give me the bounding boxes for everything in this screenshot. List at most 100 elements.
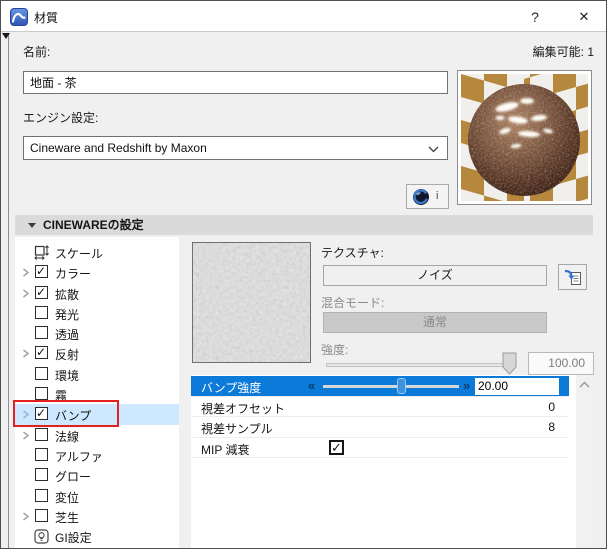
tree-item-label: 透過 bbox=[55, 328, 80, 343]
row-label: MIP 減衰 bbox=[201, 442, 250, 457]
close-button[interactable]: ✕ bbox=[570, 6, 598, 28]
scale-icon bbox=[34, 245, 49, 260]
strength-slider-track bbox=[326, 363, 516, 367]
c4d-info-label: i bbox=[436, 190, 439, 202]
checkbox-checked[interactable] bbox=[35, 345, 48, 360]
name-input[interactable] bbox=[23, 71, 448, 94]
expand-chevron-icon[interactable] bbox=[21, 512, 30, 521]
tree-item-label: スケール bbox=[55, 247, 104, 261]
row-value[interactable]: 0 bbox=[548, 400, 555, 414]
checkbox-checked[interactable] bbox=[35, 264, 48, 279]
tree-item-label: 拡散 bbox=[55, 287, 80, 302]
checkbox-unchecked[interactable] bbox=[35, 387, 48, 401]
row-parallax-samples[interactable]: 視差サンプル 8 bbox=[191, 417, 569, 438]
row-mip-falloff[interactable]: MIP 減衰 bbox=[191, 438, 569, 458]
tree-item-label: バンプ bbox=[55, 409, 92, 424]
row-parallax-offset[interactable]: 視差オフセット 0 bbox=[191, 397, 569, 417]
c4d-info-button[interactable]: i bbox=[406, 184, 449, 209]
strength-value: 100.00 bbox=[528, 352, 594, 375]
checkbox-checked[interactable] bbox=[35, 285, 48, 299]
checkbox-unchecked[interactable] bbox=[35, 508, 48, 522]
checkbox-checked[interactable] bbox=[35, 406, 48, 421]
collapse-triangle-icon bbox=[28, 223, 36, 228]
decrement-chevrons[interactable]: « bbox=[308, 378, 315, 393]
tree-item-label: アルファ bbox=[55, 449, 103, 464]
strength-label: 強度: bbox=[321, 343, 349, 357]
scroll-up-icon[interactable] bbox=[579, 381, 590, 389]
row-value[interactable]: 8 bbox=[548, 420, 555, 434]
material-preview[interactable] bbox=[457, 70, 592, 205]
expand-chevron-icon[interactable] bbox=[21, 349, 30, 359]
tree-item-transparency[interactable]: 透過 bbox=[15, 323, 179, 343]
row-label: 視差サンプル bbox=[201, 422, 273, 436]
title-bar[interactable]: 材質 ? ✕ bbox=[1, 1, 606, 32]
tree-item-label: グロー bbox=[55, 470, 92, 485]
material-dialog: 材質 ? ✕ 名前: 編集可能: 1 エンジン設定: Cineware and … bbox=[0, 0, 607, 549]
cineware-section-header[interactable]: CINEWAREの設定 bbox=[15, 215, 593, 235]
palette-grip[interactable] bbox=[1, 33, 10, 548]
help-button[interactable]: ? bbox=[523, 6, 547, 28]
increment-chevrons[interactable]: » bbox=[463, 378, 470, 393]
tree-item-scale[interactable]: スケール bbox=[15, 242, 179, 262]
tree-item-displacement[interactable]: 変位 bbox=[15, 486, 179, 506]
tree-item-label: 環境 bbox=[55, 368, 80, 383]
strength-slider-thumb bbox=[502, 352, 517, 375]
bump-properties-table: バンプ強度 « » 20.00 視差オフセット 0 視差サンプル 8 MIP 減… bbox=[191, 375, 576, 548]
checkbox-unchecked[interactable] bbox=[35, 488, 48, 502]
tree-item-label: カラー bbox=[55, 267, 92, 282]
tree-item-reflection[interactable]: 反射 bbox=[15, 343, 179, 363]
row-label: 視差オフセット bbox=[201, 401, 286, 416]
tree-item-label: 芝生 bbox=[55, 510, 80, 525]
load-texture-button[interactable] bbox=[558, 264, 587, 290]
tree-item-label: 変位 bbox=[55, 490, 80, 505]
expand-chevron-icon[interactable] bbox=[21, 268, 30, 277]
expand-chevron-icon[interactable] bbox=[21, 289, 30, 298]
tree-item-gi-settings[interactable]: GI設定 bbox=[15, 526, 179, 546]
row-bump-strength[interactable]: バンプ強度 « » 20.00 bbox=[191, 376, 569, 397]
table-scrollbar[interactable] bbox=[576, 375, 593, 548]
tree-item-label: 霧 bbox=[55, 389, 68, 404]
tree-item-label: 反射 bbox=[55, 348, 80, 363]
checkbox-unchecked[interactable] bbox=[35, 326, 48, 340]
section-title: CINEWAREの設定 bbox=[43, 218, 144, 232]
load-texture-icon bbox=[564, 269, 581, 285]
expand-chevron-icon[interactable] bbox=[21, 410, 30, 419]
row-label: バンプ強度 bbox=[201, 381, 262, 395]
tree-item-label: 発光 bbox=[55, 307, 80, 322]
tree-item-glow[interactable]: グロー bbox=[15, 465, 179, 485]
tree-item-alpha[interactable]: アルファ bbox=[15, 445, 179, 465]
tree-item-diffusion[interactable]: 拡散 bbox=[15, 283, 179, 303]
checkbox-unchecked[interactable] bbox=[35, 447, 48, 461]
engine-select[interactable]: Cineware and Redshift by Maxon bbox=[23, 136, 448, 160]
checkbox-unchecked[interactable] bbox=[35, 366, 48, 380]
checkbox-unchecked[interactable] bbox=[35, 305, 48, 319]
bump-slider-track[interactable] bbox=[323, 385, 459, 388]
noise-texture-image bbox=[193, 243, 310, 362]
engine-label: エンジン設定: bbox=[23, 111, 99, 125]
tree-item-color[interactable]: カラー bbox=[15, 262, 179, 282]
texture-label: テクスチャ: bbox=[321, 246, 384, 260]
tree-item-label: 法線 bbox=[55, 429, 80, 444]
tree-item-normal[interactable]: 法線 bbox=[15, 425, 179, 445]
gi-settings-icon bbox=[34, 529, 49, 544]
tree-item-grass[interactable]: 芝生 bbox=[15, 506, 179, 526]
expand-chevron-icon[interactable] bbox=[21, 431, 30, 440]
window-title: 材質 bbox=[34, 11, 59, 25]
checkbox-unchecked[interactable] bbox=[35, 468, 48, 482]
tree-item-environment[interactable]: 環境 bbox=[15, 364, 179, 384]
editable-count: 編集可能: 1 bbox=[532, 45, 594, 59]
tree-item-fog[interactable]: 霧 bbox=[15, 384, 179, 404]
cinema4d-logo-icon bbox=[413, 189, 429, 205]
checkbox-unchecked[interactable] bbox=[35, 427, 48, 441]
blend-mode-label: 混合モード: bbox=[321, 296, 385, 310]
mip-falloff-checkbox[interactable] bbox=[329, 439, 344, 456]
tree-item-luminance[interactable]: 発光 bbox=[15, 303, 179, 323]
archicad-logo-icon bbox=[10, 8, 28, 26]
bump-strength-input[interactable]: 20.00 bbox=[475, 378, 559, 395]
tree-item-bump[interactable]: バンプ bbox=[15, 404, 179, 425]
bump-slider-thumb[interactable] bbox=[397, 378, 406, 394]
engine-select-value: Cineware and Redshift by Maxon bbox=[30, 141, 207, 155]
texture-preview[interactable] bbox=[192, 242, 311, 363]
texture-button[interactable]: ノイズ bbox=[323, 265, 547, 286]
material-preview-image bbox=[461, 74, 588, 201]
